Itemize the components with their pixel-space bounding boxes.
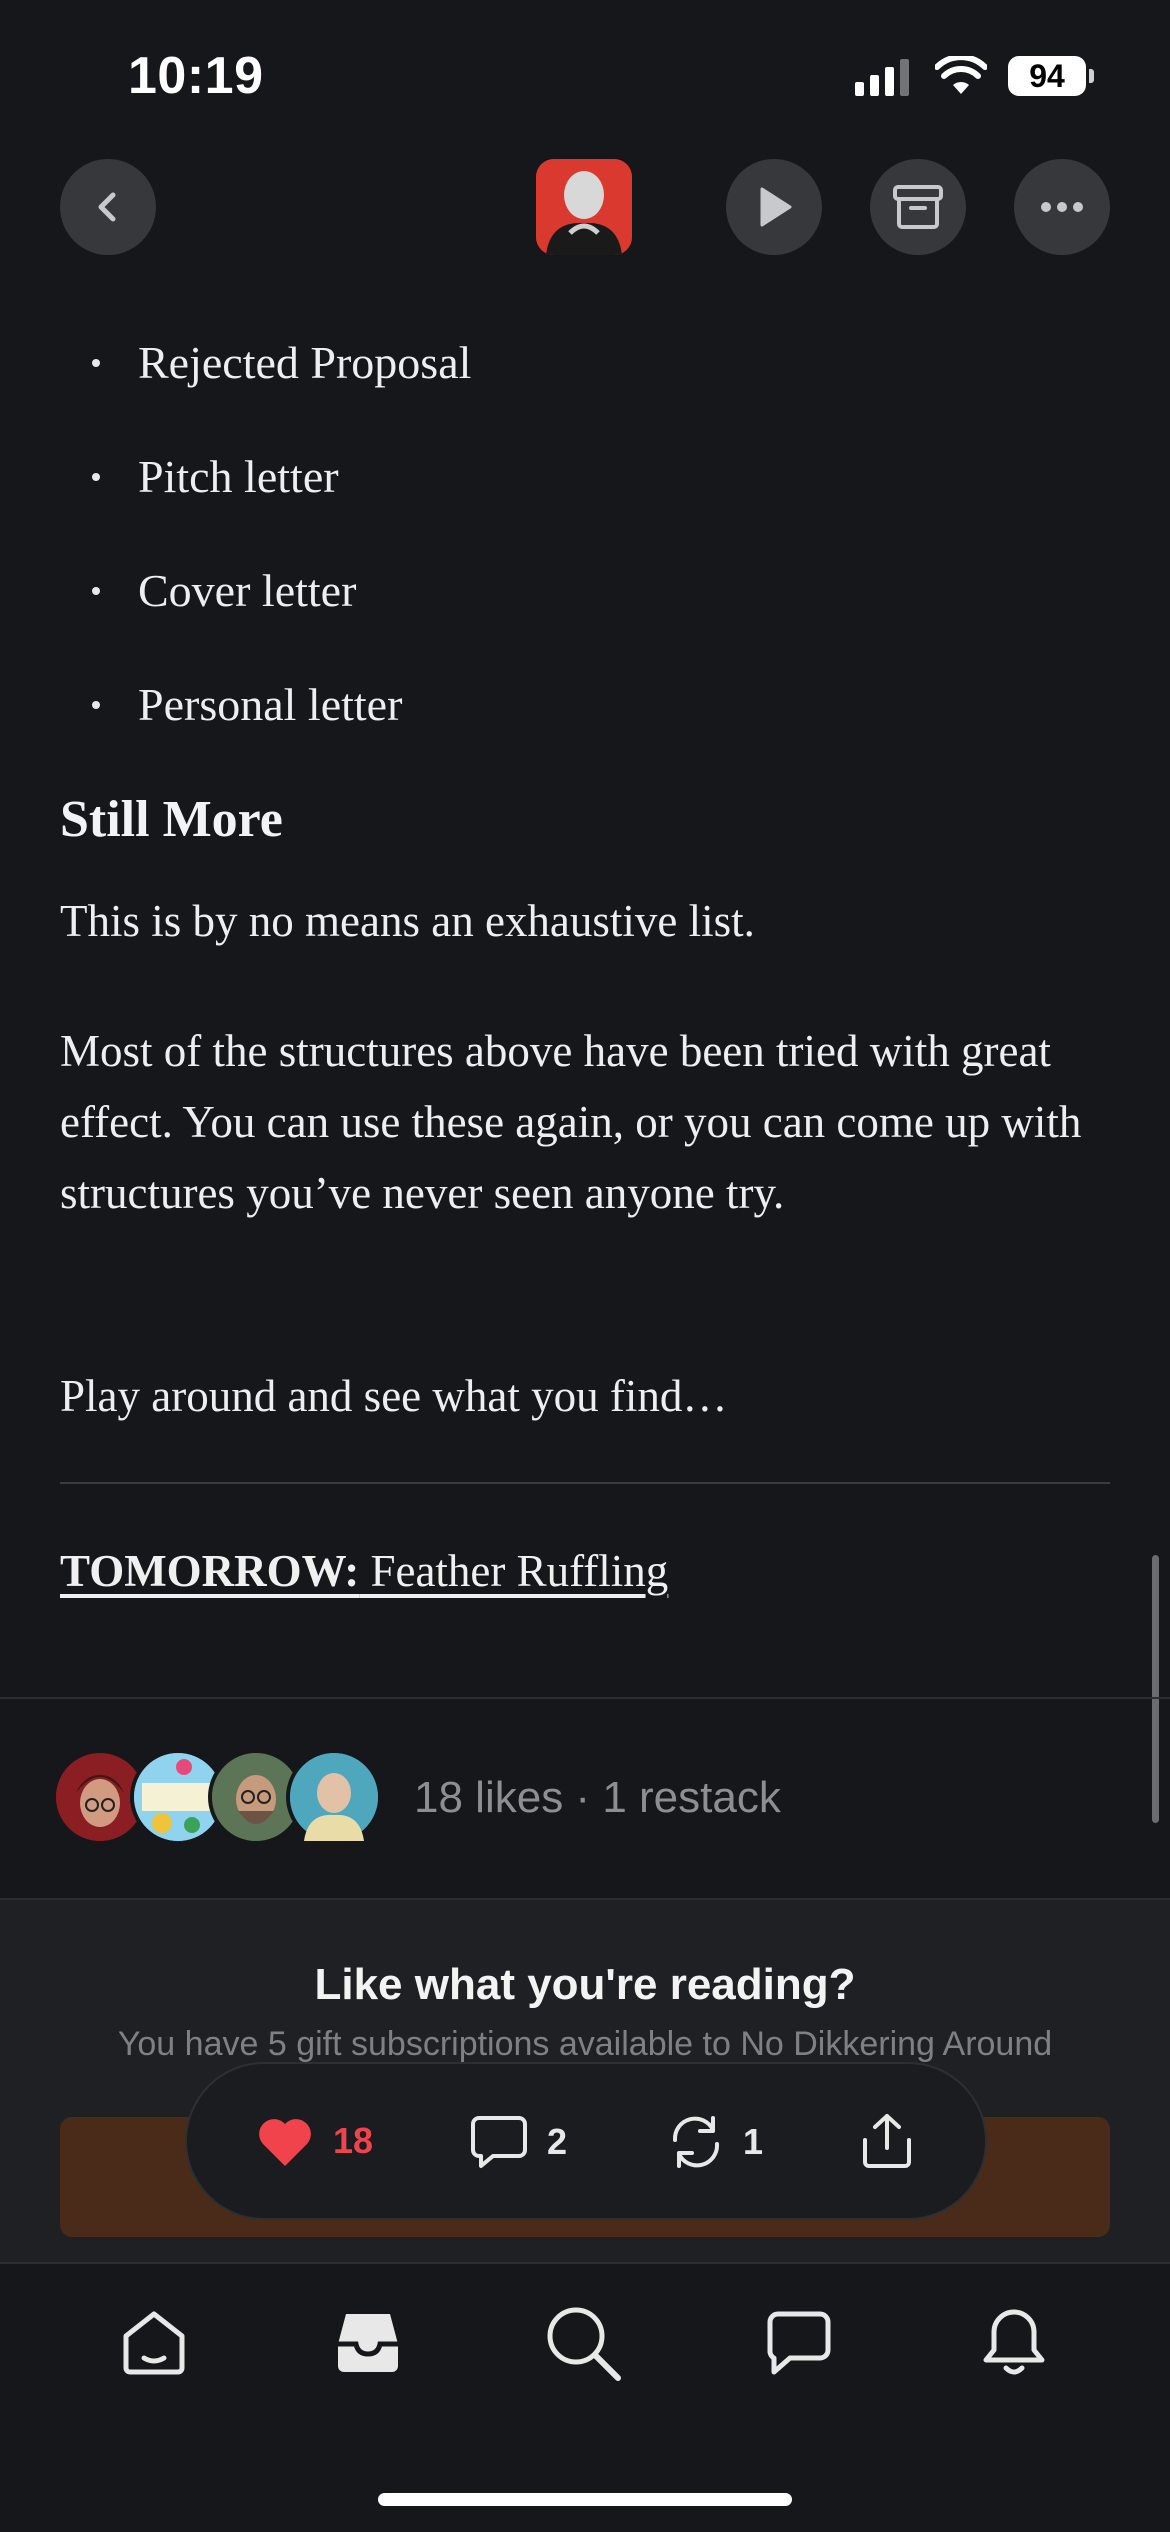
list-item: Personal letter bbox=[60, 678, 402, 731]
likes-count: 18 likes bbox=[414, 1773, 564, 1822]
home-indicator[interactable] bbox=[378, 2493, 792, 2506]
panel-title: Like what you're reading? bbox=[314, 1960, 856, 2009]
archive-button[interactable] bbox=[870, 159, 966, 255]
chat-icon bbox=[767, 2311, 831, 2375]
heart-icon bbox=[259, 2119, 311, 2166]
search-icon bbox=[547, 2307, 621, 2381]
inbox-icon bbox=[338, 2314, 398, 2372]
tab-inbox[interactable] bbox=[332, 2306, 404, 2383]
scrollbar[interactable] bbox=[1152, 1555, 1159, 1823]
tab-bar bbox=[0, 2262, 1170, 2532]
paragraph: Most of the structures above have been t… bbox=[60, 1026, 1082, 1218]
restack-count-action: 1 bbox=[743, 2121, 764, 2162]
play-button[interactable] bbox=[726, 159, 822, 255]
list-item: Cover letter bbox=[60, 564, 356, 617]
separator-dot: · bbox=[575, 1773, 591, 1822]
play-icon bbox=[760, 187, 792, 227]
post-action-bar: 18 2 1 bbox=[185, 2062, 987, 2220]
share-button[interactable] bbox=[859, 2112, 915, 2170]
list-item-text: Pitch letter bbox=[138, 451, 339, 502]
restack-button[interactable]: 1 bbox=[667, 2114, 763, 2170]
engagement-summary[interactable]: 18 likes · 1 restack bbox=[414, 1773, 781, 1823]
list-item-text: Personal letter bbox=[138, 679, 403, 730]
list-item: Pitch letter bbox=[60, 450, 339, 503]
share-icon bbox=[863, 2114, 911, 2168]
tomorrow-title: Feather Ruffling bbox=[359, 1546, 669, 1596]
author-avatar[interactable] bbox=[536, 159, 632, 255]
archive-icon bbox=[893, 185, 943, 229]
paragraph: This is by no means an exhaustive list. bbox=[60, 896, 755, 946]
status-time: 10:19 bbox=[128, 47, 264, 105]
restack-icon bbox=[672, 2116, 720, 2168]
battery-level: 94 bbox=[1029, 57, 1065, 94]
bullet-dot bbox=[92, 472, 100, 481]
panel-subtitle: You have 5 gift subscriptions available … bbox=[117, 2025, 1053, 2063]
content-divider bbox=[60, 1482, 1110, 1484]
comment-button[interactable]: 2 bbox=[469, 2114, 567, 2170]
like-button[interactable]: 18 bbox=[255, 2114, 373, 2168]
cellular-signal-icon bbox=[855, 58, 909, 96]
bullet-dot bbox=[92, 586, 100, 595]
ellipsis-icon bbox=[1041, 202, 1083, 212]
bullet-dot bbox=[92, 358, 100, 367]
comment-icon bbox=[471, 2116, 527, 2168]
tab-home[interactable] bbox=[118, 2306, 190, 2383]
more-options-button[interactable] bbox=[1014, 159, 1110, 255]
home-icon bbox=[123, 2311, 185, 2375]
bullet-dot bbox=[92, 700, 100, 709]
list-item-text: Rejected Proposal bbox=[138, 337, 472, 388]
section-divider bbox=[0, 1697, 1170, 1699]
tab-search[interactable] bbox=[544, 2304, 624, 2389]
chevron-left-icon bbox=[98, 192, 116, 222]
tab-chat[interactable] bbox=[764, 2308, 834, 2383]
list-item: Rejected Proposal bbox=[60, 336, 471, 389]
back-button[interactable] bbox=[60, 159, 156, 255]
battery-icon: 94 bbox=[1008, 56, 1086, 96]
tab-notifications[interactable] bbox=[978, 2306, 1050, 2383]
restack-count: 1 restack bbox=[602, 1773, 781, 1822]
wifi-icon bbox=[934, 54, 988, 101]
like-count: 18 bbox=[333, 2120, 374, 2161]
battery-cap bbox=[1089, 69, 1094, 83]
notifications-icon bbox=[983, 2309, 1045, 2375]
tomorrow-link[interactable]: TOMORROW: Feather Ruffling bbox=[60, 1545, 668, 1597]
tomorrow-label: TOMORROW: bbox=[60, 1546, 360, 1596]
list-item-text: Cover letter bbox=[138, 565, 357, 616]
liker-avatars[interactable] bbox=[52, 1749, 392, 1845]
comment-count: 2 bbox=[547, 2121, 568, 2162]
section-heading: Still More bbox=[60, 791, 283, 848]
avatar bbox=[286, 1749, 382, 1845]
paragraph: Play around and see what you find… bbox=[60, 1371, 728, 1421]
